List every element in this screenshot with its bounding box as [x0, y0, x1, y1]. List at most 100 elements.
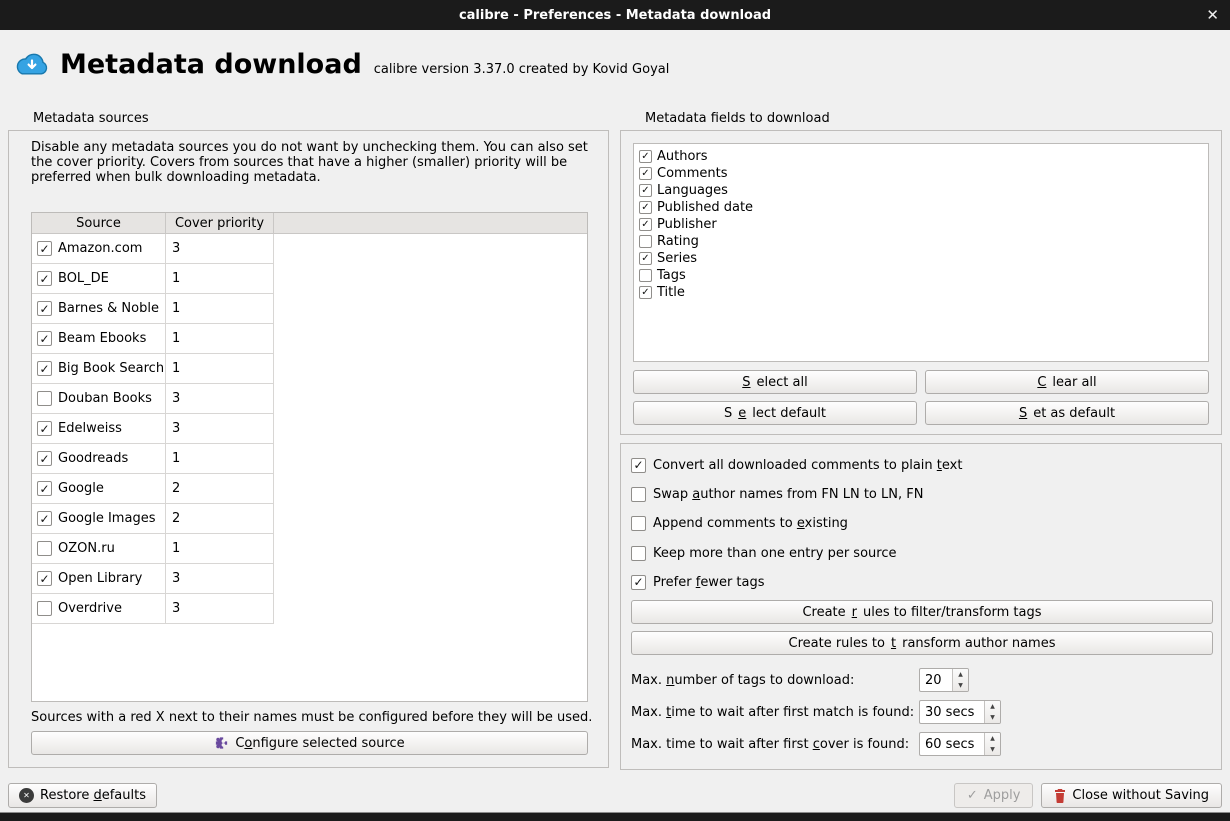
cover-priority-value[interactable]: 1: [166, 444, 274, 474]
source-table-row[interactable]: ✓ Amazon.com 3: [32, 234, 587, 264]
cover-priority-value[interactable]: 3: [166, 234, 274, 264]
cover-priority-value[interactable]: 2: [166, 504, 274, 534]
option-checkbox[interactable]: [631, 545, 646, 561]
source-table-row[interactable]: ✓ Google Images 2: [32, 504, 587, 534]
configure-source-button[interactable]: Configure selected source: [31, 731, 588, 755]
column-header-source[interactable]: Source: [32, 213, 166, 233]
spinner-down-icon[interactable]: ▼: [985, 712, 1000, 723]
apply-button[interactable]: ✓ Apply: [953, 783, 1034, 808]
field-item[interactable]: ✓ Publisher: [637, 216, 1205, 233]
desktop-edge: [0, 812, 1230, 821]
source-enabled-checkbox[interactable]: ✓: [37, 421, 52, 436]
field-checkbox[interactable]: ✓: [639, 252, 652, 265]
filter-tags-rules-button[interactable]: Create r ules to filter/transform tags: [631, 600, 1213, 624]
window-close-icon[interactable]: ✕: [1206, 0, 1219, 30]
source-table-row[interactable]: OZON.ru 1: [32, 534, 587, 564]
set-as-default-button[interactable]: Set as default: [925, 401, 1209, 425]
source-table-row[interactable]: Douban Books 3: [32, 384, 587, 414]
trash-icon: [1055, 788, 1066, 803]
option-checkbox[interactable]: [631, 486, 646, 502]
source-table-row[interactable]: ✓ BOL_DE 1: [32, 264, 587, 294]
field-item[interactable]: ✓ Languages: [637, 182, 1205, 199]
column-header-filler: [274, 213, 587, 233]
field-item[interactable]: ✓ Comments: [637, 165, 1205, 182]
select-default-button[interactable]: Se lect default: [633, 401, 917, 425]
option-row[interactable]: ✓ Prefer fewer tags: [631, 571, 1211, 593]
field-checkbox[interactable]: ✓: [639, 286, 652, 299]
source-enabled-checkbox[interactable]: ✓: [37, 511, 52, 526]
option-row[interactable]: Keep more than one entry per source: [631, 542, 1211, 564]
field-item[interactable]: ✓ Series: [637, 250, 1205, 267]
cover-priority-value[interactable]: 1: [166, 264, 274, 294]
sources-description: Disable any metadata sources you do not …: [31, 140, 588, 185]
cover-priority-value[interactable]: 1: [166, 534, 274, 564]
field-checkbox[interactable]: [639, 235, 652, 248]
spinner-up-icon[interactable]: ▲: [953, 669, 968, 680]
cover-priority-value[interactable]: 3: [166, 594, 274, 624]
option-checkbox[interactable]: [631, 515, 646, 531]
cover-priority-value[interactable]: 2: [166, 474, 274, 504]
option-row[interactable]: ✓ Convert all downloaded comments to plai…: [631, 454, 1211, 476]
field-checkbox[interactable]: ✓: [639, 150, 652, 163]
source-table-row[interactable]: ✓ Beam Ebooks 1: [32, 324, 587, 354]
spinner-up-icon[interactable]: ▲: [985, 701, 1000, 712]
source-enabled-checkbox[interactable]: ✓: [37, 241, 52, 256]
cover-priority-value[interactable]: 3: [166, 414, 274, 444]
source-name: Edelweiss: [58, 421, 122, 436]
source-table-row[interactable]: ✓ Edelweiss 3: [32, 414, 587, 444]
spinner-value[interactable]: 20: [920, 669, 952, 691]
source-enabled-checkbox[interactable]: ✓: [37, 481, 52, 496]
spinner-arrows: ▲ ▼: [984, 701, 1000, 723]
field-item[interactable]: ✓ Published date: [637, 199, 1205, 216]
field-checkbox[interactable]: ✓: [639, 201, 652, 214]
cover-priority-value[interactable]: 1: [166, 354, 274, 384]
clear-all-button[interactable]: Clear all: [925, 370, 1209, 394]
source-enabled-checkbox[interactable]: ✓: [37, 361, 52, 376]
cover-priority-value[interactable]: 3: [166, 564, 274, 594]
field-checkbox[interactable]: ✓: [639, 167, 652, 180]
source-cell: Overdrive: [32, 594, 166, 624]
transform-authors-rules-button[interactable]: Create rules to t ransform author names: [631, 631, 1213, 655]
cover-priority-value[interactable]: 3: [166, 384, 274, 414]
cover-priority-value[interactable]: 1: [166, 294, 274, 324]
select-all-button[interactable]: Select all: [633, 370, 917, 394]
source-enabled-checkbox[interactable]: ✓: [37, 331, 52, 346]
source-enabled-checkbox[interactable]: [37, 391, 52, 406]
field-checkbox[interactable]: ✓: [639, 218, 652, 231]
spinner-value[interactable]: 60 secs: [920, 733, 984, 755]
source-cell: ✓ Google Images: [32, 504, 166, 534]
spinner-value[interactable]: 30 secs: [920, 701, 984, 723]
spinner-down-icon[interactable]: ▼: [953, 680, 968, 691]
source-cell: ✓ Open Library: [32, 564, 166, 594]
option-row[interactable]: Append comments to existing: [631, 512, 1211, 534]
field-item[interactable]: ✓ Title: [637, 284, 1205, 301]
field-checkbox[interactable]: ✓: [639, 184, 652, 197]
option-label: Keep more than one entry per source: [653, 545, 897, 561]
field-checkbox[interactable]: [639, 269, 652, 282]
cover-priority-value[interactable]: 1: [166, 324, 274, 354]
option-checkbox[interactable]: ✓: [631, 457, 646, 473]
option-checkbox[interactable]: ✓: [631, 574, 646, 590]
spinner-up-icon[interactable]: ▲: [985, 733, 1000, 744]
source-table-row[interactable]: Overdrive 3: [32, 594, 587, 624]
source-enabled-checkbox[interactable]: [37, 541, 52, 556]
source-table-row[interactable]: ✓ Open Library 3: [32, 564, 587, 594]
source-enabled-checkbox[interactable]: [37, 601, 52, 616]
column-header-cover-priority[interactable]: Cover priority: [166, 213, 274, 233]
source-enabled-checkbox[interactable]: ✓: [37, 451, 52, 466]
option-row[interactable]: Swap author names from FN LN to LN, FN: [631, 483, 1211, 505]
spinner-down-icon[interactable]: ▼: [985, 744, 1000, 755]
source-enabled-checkbox[interactable]: ✓: [37, 271, 52, 286]
sources-note: Sources with a red X next to their names…: [31, 710, 593, 725]
close-without-saving-button[interactable]: Close without Saving: [1041, 783, 1222, 808]
source-table-row[interactable]: ✓ Barnes & Noble 1: [32, 294, 587, 324]
field-item[interactable]: Rating: [637, 233, 1205, 250]
source-table-row[interactable]: ✓ Goodreads 1: [32, 444, 587, 474]
field-item[interactable]: ✓ Authors: [637, 148, 1205, 165]
restore-defaults-button[interactable]: ✕ Restore defaults: [8, 783, 157, 808]
source-enabled-checkbox[interactable]: ✓: [37, 301, 52, 316]
field-item[interactable]: Tags: [637, 267, 1205, 284]
source-table-row[interactable]: ✓ Google 2: [32, 474, 587, 504]
source-enabled-checkbox[interactable]: ✓: [37, 571, 52, 586]
source-table-row[interactable]: ✓ Big Book Search 1: [32, 354, 587, 384]
